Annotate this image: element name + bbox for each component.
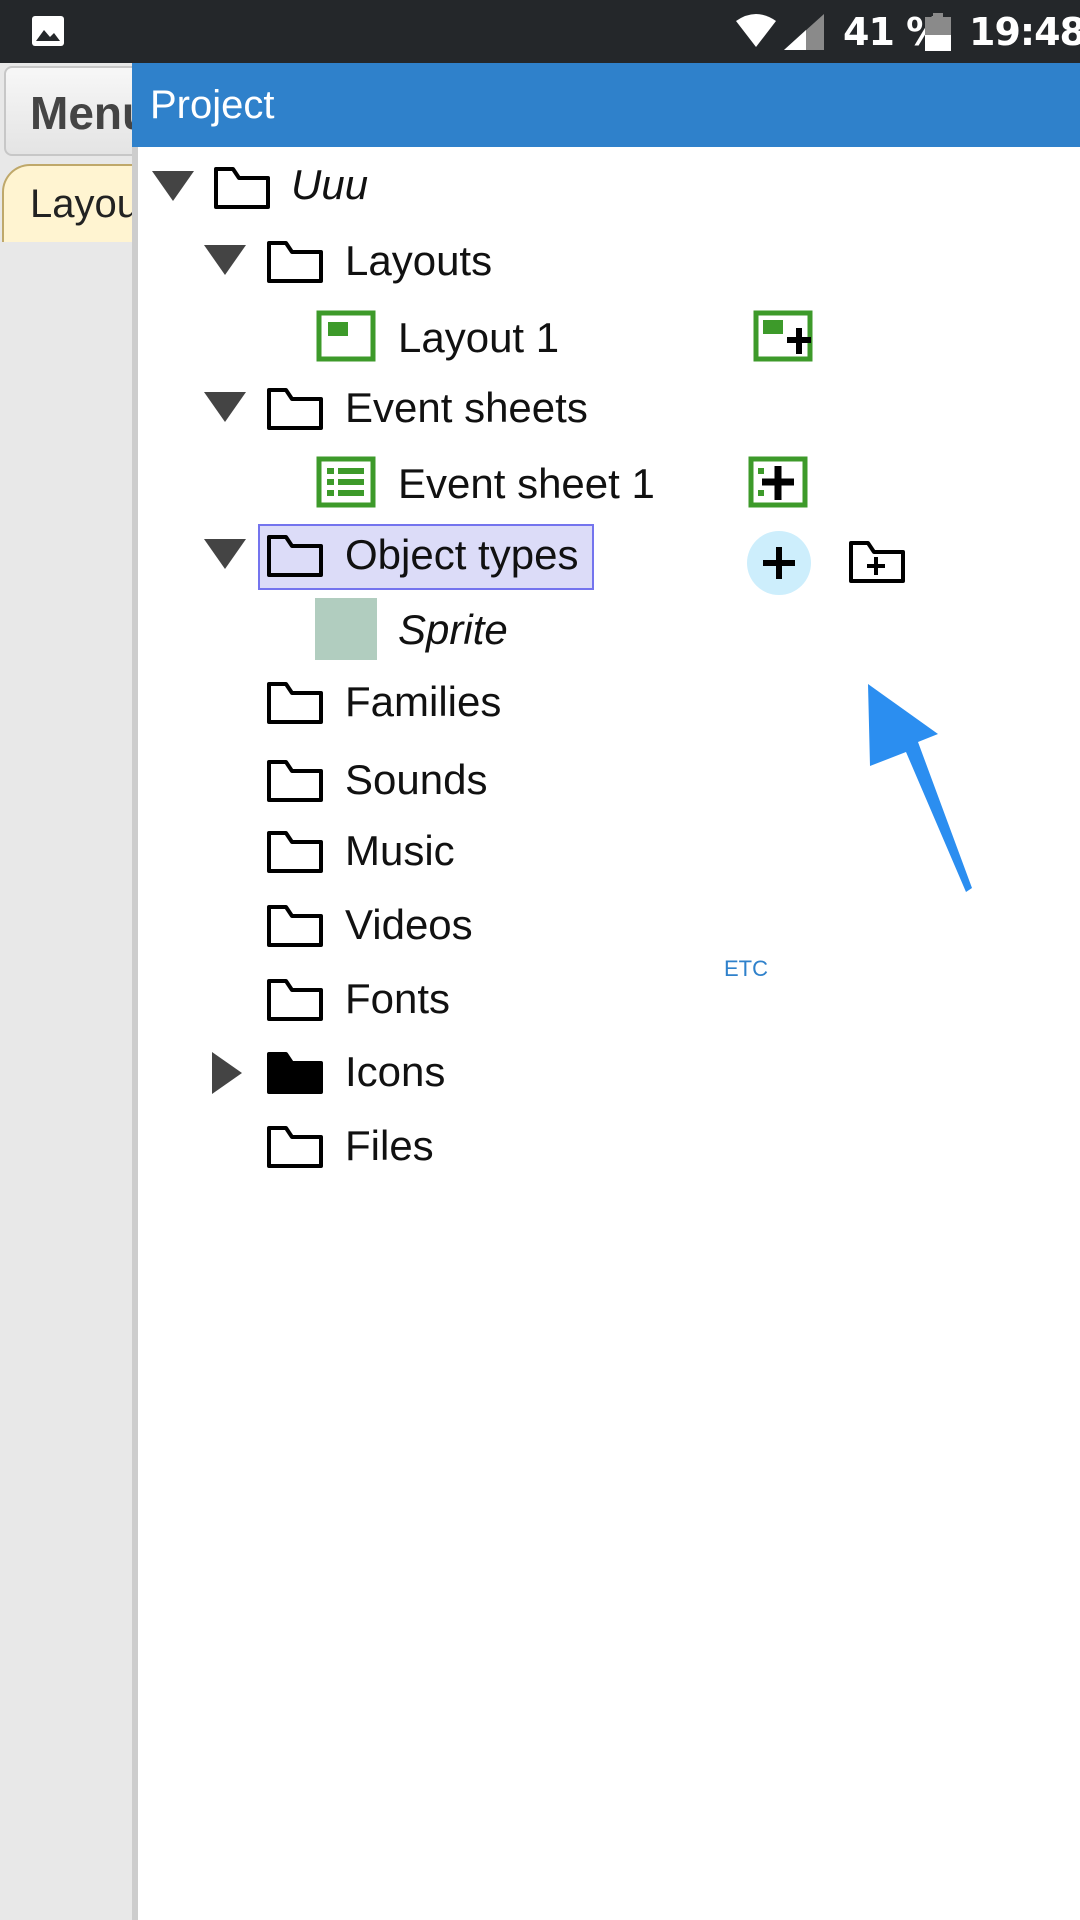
tree-item-label: Videos (345, 901, 473, 948)
tree-item-label: Layout 1 (398, 314, 560, 361)
tree-item-label: Icons (345, 1048, 446, 1095)
tab-layout[interactable]: Layout (2, 164, 142, 242)
tree-item-videos[interactable]: Videos (150, 893, 650, 957)
tree-item-sounds[interactable]: Sounds (150, 748, 650, 812)
tree-item-files[interactable]: Files (150, 1114, 650, 1178)
tree-item-label: Sprite (398, 606, 508, 653)
tree-item-label: Files (345, 1122, 434, 1169)
tree-item-label: Object types (345, 531, 579, 578)
folder-icon (267, 831, 323, 873)
folder-icon (267, 979, 323, 1021)
wifi-icon (736, 14, 776, 47)
tree-item-layouts[interactable]: Layouts (150, 229, 650, 293)
background-app (0, 63, 132, 1920)
tree-item-label: Event sheet 1 (398, 460, 655, 507)
tree-item-root[interactable]: Uuu (150, 155, 650, 219)
gallery-icon (32, 16, 64, 46)
status-bar: 41 % 19:48 (0, 0, 1080, 63)
folder-icon (267, 682, 323, 724)
tree-item-label: Fonts (345, 975, 451, 1022)
expand-arrow-icon[interactable] (212, 1052, 242, 1094)
tree-item-icons[interactable]: Icons (150, 1040, 650, 1104)
signal-icon (784, 14, 824, 50)
tree-item-sprite[interactable]: Sprite (150, 596, 650, 660)
collapse-arrow-icon[interactable] (204, 539, 246, 573)
tree-item-label: Event sheets (345, 384, 588, 431)
tree-item-object-types[interactable]: Object types (150, 523, 650, 587)
collapse-arrow-icon[interactable] (204, 245, 246, 279)
add-object-button[interactable] (747, 531, 811, 595)
plus-icon (763, 547, 795, 579)
tree-item-label: Layouts (345, 237, 493, 284)
tree-item-event-sheets[interactable]: Event sheets (150, 376, 650, 440)
annotation-text: ETC (724, 956, 768, 981)
tree-item-label: Families (345, 678, 502, 725)
clock: 19:48 (969, 10, 1080, 54)
panel-title: Project (150, 83, 275, 127)
sprite-thumbnail (315, 598, 377, 660)
folder-icon (267, 905, 323, 947)
tree-item-label: Sounds (345, 756, 488, 803)
folder-icon (267, 535, 323, 577)
tree-item-families[interactable]: Families (150, 670, 650, 734)
folder-filled-icon (267, 1052, 323, 1094)
tree-item-layout-1[interactable]: Layout 1 (150, 304, 850, 368)
folder-icon (267, 241, 323, 283)
annotation-arrow-icon (868, 684, 972, 892)
add-event-sheet-icon[interactable] (748, 456, 810, 508)
folder-icon (267, 760, 323, 802)
collapse-arrow-icon[interactable] (152, 171, 194, 205)
tree-item-music[interactable]: Music (150, 819, 650, 883)
folder-icon (267, 1126, 323, 1168)
folder-icon (267, 388, 323, 430)
tree-item-label: Uuu (291, 161, 369, 208)
add-layout-icon[interactable] (753, 310, 815, 362)
panel-header: Project (132, 63, 1080, 147)
folder-icon (214, 167, 270, 209)
tree-item-label: Music (345, 827, 455, 874)
layout-icon (316, 310, 376, 362)
tree-item-fonts[interactable]: Fonts (150, 967, 650, 1031)
collapse-arrow-icon[interactable] (204, 392, 246, 426)
battery-icon (925, 13, 951, 51)
tree-item-event-sheet-1[interactable]: Event sheet 1 (150, 450, 850, 514)
event-sheet-icon (316, 456, 376, 508)
add-folder-icon[interactable] (848, 538, 906, 584)
